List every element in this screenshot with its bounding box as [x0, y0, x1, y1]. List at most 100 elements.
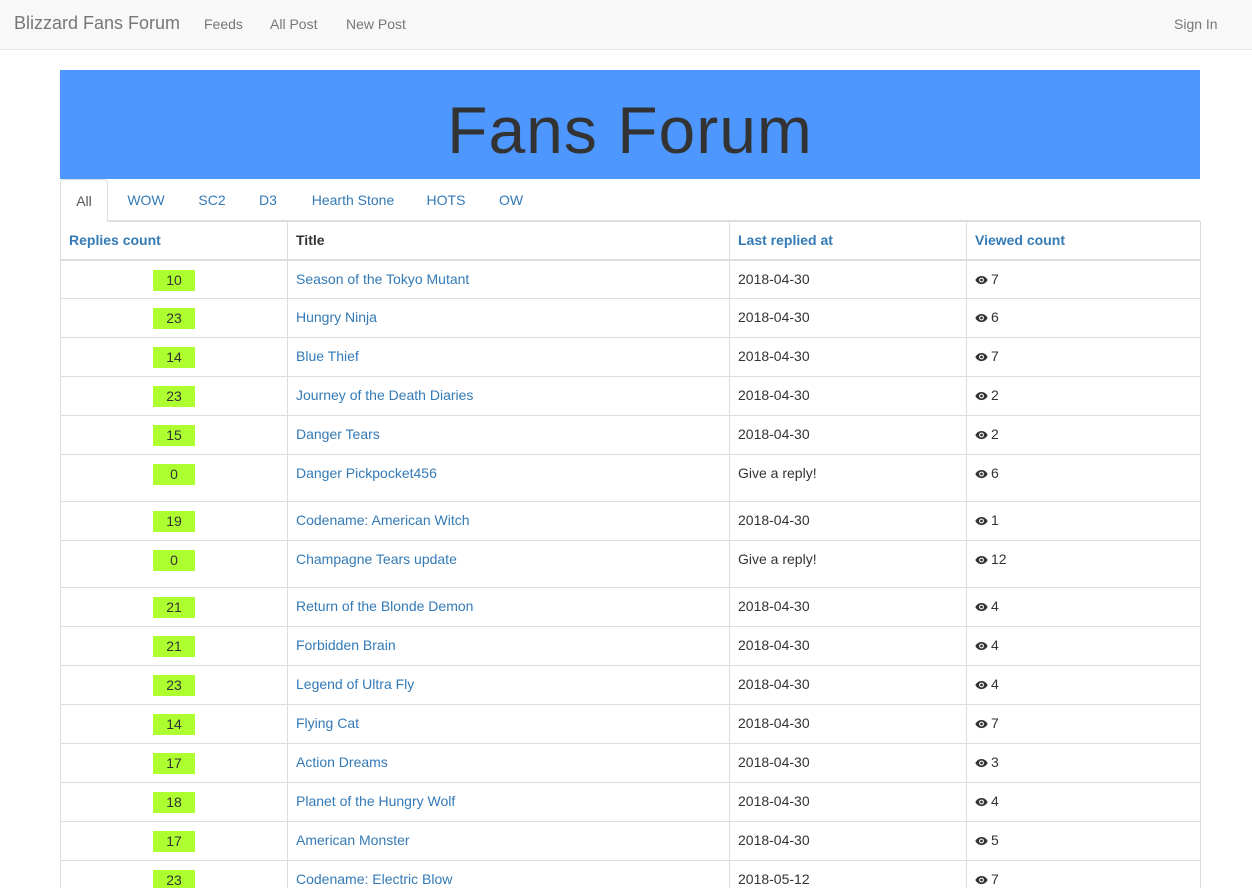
- post-title-link[interactable]: Planet of the Hungry Wolf: [296, 793, 455, 809]
- viewed-count-value: 5: [991, 832, 999, 848]
- replies-count-badge: 14: [153, 347, 195, 368]
- viewed-count-value: 4: [991, 637, 999, 653]
- viewed-cell: 2: [966, 415, 1201, 455]
- post-title-link[interactable]: Blue Thief: [296, 348, 359, 364]
- viewed-count-value: 7: [991, 715, 999, 731]
- replies-count-badge: 15: [153, 425, 195, 446]
- post-title-link[interactable]: Hungry Ninja: [296, 309, 377, 325]
- title-cell: Codename: Electric Blow: [287, 860, 730, 888]
- replies-cell: 23: [60, 298, 288, 338]
- last-replied-cell: Give a reply!: [729, 540, 967, 588]
- tab-all[interactable]: All: [60, 179, 108, 222]
- post-title-link[interactable]: Danger Tears: [296, 426, 380, 442]
- eye-icon: [975, 466, 988, 479]
- viewed-count-value: 6: [991, 309, 999, 325]
- last-replied-cell: 2018-04-30: [729, 782, 967, 822]
- replies-cell: 0: [60, 454, 288, 502]
- post-title-link[interactable]: Return of the Blonde Demon: [296, 598, 473, 614]
- post-title-link[interactable]: Forbidden Brain: [296, 637, 396, 653]
- last-replied-cell: 2018-04-30: [729, 626, 967, 666]
- table-row: 14 Blue Thief 2018-04-30 7: [60, 337, 1201, 377]
- replies-count-badge: 14: [153, 714, 195, 735]
- table-row: 23 Hungry Ninja 2018-04-30 6: [60, 298, 1201, 338]
- viewed-count-value: 4: [991, 793, 999, 809]
- replies-count-badge: 10: [153, 269, 195, 291]
- post-title-link[interactable]: Codename: Electric Blow: [296, 871, 452, 887]
- last-replied-value: 2018-04-30: [738, 676, 810, 692]
- title-cell: Planet of the Hungry Wolf: [287, 782, 730, 822]
- tab-ow[interactable]: OW: [494, 179, 528, 221]
- table-row: 23 Legend of Ultra Fly 2018-04-30 4: [60, 665, 1201, 705]
- table-header-row: Replies count Title Last replied at View…: [60, 221, 1201, 261]
- header-viewed-count[interactable]: Viewed count: [966, 221, 1201, 261]
- tab-sc2[interactable]: SC2: [194, 179, 230, 221]
- eye-icon: [975, 716, 988, 729]
- table-row: 10 Season of the Tokyo Mutant 2018-04-30 7: [60, 259, 1201, 299]
- viewed-count-value: 12: [991, 551, 1007, 567]
- eye-icon: [975, 599, 988, 612]
- last-replied-value: 2018-04-30: [738, 426, 810, 442]
- replies-cell: 18: [60, 782, 288, 822]
- replies-count-badge: 19: [153, 511, 195, 532]
- table-row: 17 Action Dreams 2018-04-30 3: [60, 743, 1201, 783]
- header-last-replied[interactable]: Last replied at: [729, 221, 967, 261]
- post-title-link[interactable]: Journey of the Death Diaries: [296, 387, 473, 403]
- tab-d3[interactable]: D3: [254, 179, 282, 221]
- viewed-count-value: 4: [991, 676, 999, 692]
- brand-link[interactable]: Blizzard Fans Forum: [14, 13, 180, 34]
- viewed-cell: 3: [966, 743, 1201, 783]
- replies-cell: 15: [60, 415, 288, 455]
- last-replied-cell: 2018-04-30: [729, 337, 967, 377]
- title-cell: Champagne Tears update: [287, 540, 730, 588]
- last-replied-cell: 2018-04-30: [729, 743, 967, 783]
- last-replied-cell: 2018-04-30: [729, 704, 967, 744]
- post-title-link[interactable]: American Monster: [296, 832, 410, 848]
- title-cell: Hungry Ninja: [287, 298, 730, 338]
- title-cell: Blue Thief: [287, 337, 730, 377]
- table-row: 21 Return of the Blonde Demon 2018-04-30 4: [60, 587, 1201, 627]
- last-replied-value: 2018-04-30: [738, 348, 810, 364]
- post-title-link[interactable]: Flying Cat: [296, 715, 359, 731]
- post-title-link[interactable]: Codename: American Witch: [296, 512, 470, 528]
- last-replied-cell: 2018-04-30: [729, 376, 967, 416]
- title-cell: Legend of Ultra Fly: [287, 665, 730, 705]
- title-cell: Journey of the Death Diaries: [287, 376, 730, 416]
- eye-icon: [975, 388, 988, 401]
- eye-icon: [975, 272, 988, 284]
- eye-icon: [975, 794, 988, 807]
- post-title-link[interactable]: Champagne Tears update: [296, 551, 457, 567]
- replies-count-badge: 23: [153, 675, 195, 696]
- post-title-link[interactable]: Danger Pickpocket456: [296, 465, 437, 481]
- nav-feeds[interactable]: Feeds: [204, 16, 243, 32]
- tab-wow[interactable]: WOW: [120, 179, 172, 221]
- last-replied-value: 2018-04-30: [738, 754, 810, 770]
- top-navbar: Blizzard Fans Forum Feeds All Post New P…: [0, 0, 1252, 50]
- nav-new-post[interactable]: New Post: [346, 16, 406, 32]
- viewed-cell: 6: [966, 454, 1201, 502]
- replies-cell: 17: [60, 743, 288, 783]
- post-title-link[interactable]: Action Dreams: [296, 754, 388, 770]
- replies-count-badge: 23: [153, 870, 195, 888]
- nav-all-post[interactable]: All Post: [270, 16, 317, 32]
- header-title: Title: [287, 221, 730, 261]
- viewed-count-value: 3: [991, 754, 999, 770]
- eye-icon: [975, 552, 988, 565]
- tab-hearth-stone[interactable]: Hearth Stone: [306, 179, 400, 221]
- header-replies-count[interactable]: Replies count: [60, 221, 288, 261]
- viewed-cell: 1: [966, 501, 1201, 541]
- replies-cell: 23: [60, 376, 288, 416]
- replies-cell: 21: [60, 626, 288, 666]
- title-cell: American Monster: [287, 821, 730, 861]
- eye-icon: [975, 872, 988, 885]
- viewed-cell: 4: [966, 587, 1201, 627]
- eye-icon: [975, 677, 988, 690]
- last-replied-value: 2018-04-30: [738, 270, 810, 287]
- post-title-link[interactable]: Season of the Tokyo Mutant: [296, 271, 469, 287]
- table-row: 19 Codename: American Witch 2018-04-30 1: [60, 501, 1201, 541]
- post-title-link[interactable]: Legend of Ultra Fly: [296, 676, 414, 692]
- tab-hots[interactable]: HOTS: [422, 179, 470, 221]
- sign-in-link[interactable]: Sign In: [1174, 16, 1218, 32]
- viewed-count-value: 1: [991, 512, 999, 528]
- last-replied-value: 2018-04-30: [738, 309, 810, 325]
- category-tabs: All WOW SC2 D3 Hearth Stone HOTS OW: [60, 179, 1200, 222]
